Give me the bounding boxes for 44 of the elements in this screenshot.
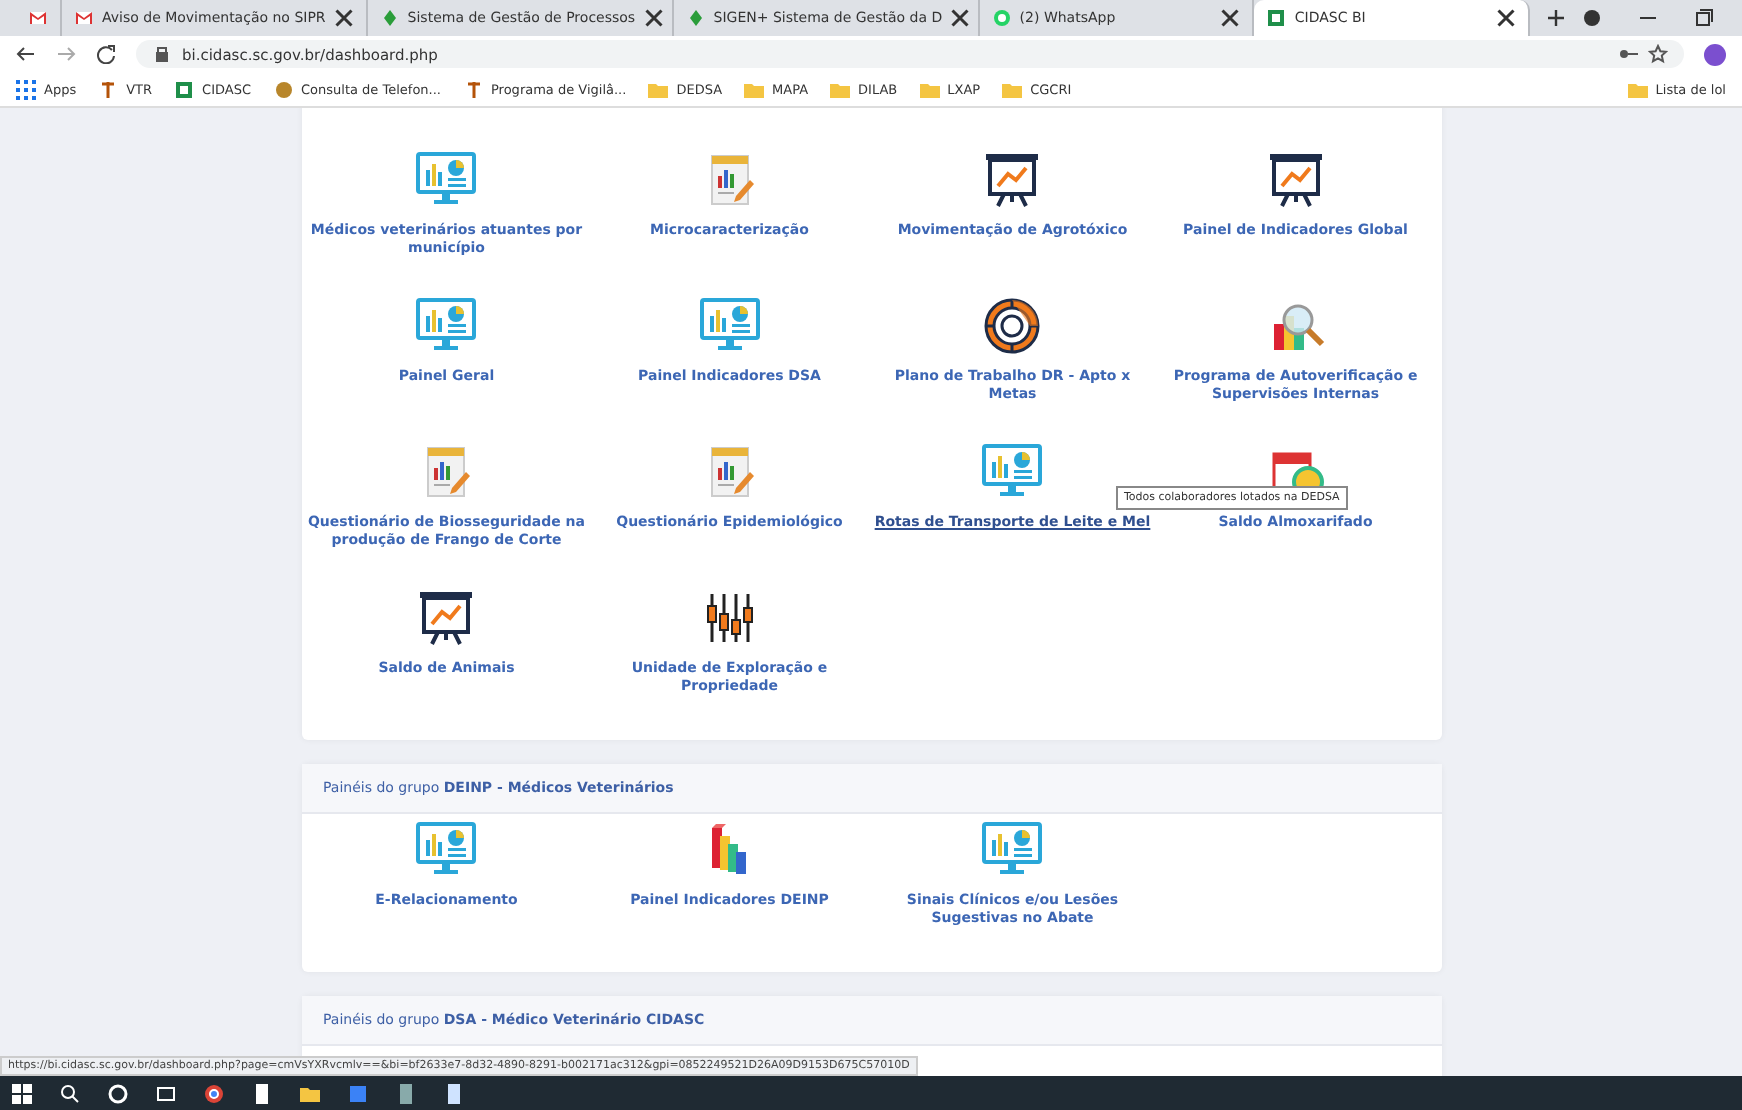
monitor-chart-icon	[980, 442, 1045, 502]
close-icon	[643, 8, 664, 28]
close-icon	[333, 8, 354, 28]
folder-icon	[1002, 79, 1023, 99]
new-tab-icon	[1545, 8, 1566, 28]
browser-icon[interactable]	[204, 1083, 224, 1103]
profile-icon	[1582, 8, 1602, 28]
folder-icon[interactable]	[300, 1083, 320, 1103]
folder-icon	[744, 79, 765, 99]
search-icon[interactable]	[60, 1083, 80, 1103]
monitor-chart-icon	[414, 296, 479, 356]
grid-icon	[16, 79, 36, 99]
close-icon	[1495, 8, 1516, 28]
back-icon[interactable]	[16, 44, 36, 64]
folder-icon	[830, 79, 851, 99]
task-view-icon[interactable]	[156, 1083, 176, 1103]
avatar-icon[interactable]	[1704, 43, 1726, 65]
monitor-chart-icon	[414, 150, 479, 210]
square-logo-icon	[174, 79, 195, 99]
pin-icon	[463, 79, 483, 99]
key-icon	[1618, 44, 1638, 64]
close-icon	[950, 8, 971, 28]
close-icon	[1220, 8, 1241, 28]
document-icon[interactable]	[252, 1083, 272, 1103]
leaf-icon	[685, 8, 706, 28]
start-icon[interactable]	[12, 1083, 32, 1103]
monitor-chart-icon	[697, 296, 762, 356]
star-icon	[1648, 44, 1668, 64]
file-icon[interactable]	[444, 1083, 464, 1103]
leaf-icon	[379, 8, 400, 28]
monitor-chart-icon	[414, 820, 479, 880]
mail-icon	[28, 8, 48, 28]
chat-bubble-icon	[991, 8, 1012, 28]
restore-icon	[1694, 8, 1714, 28]
folder-icon	[919, 79, 940, 99]
circle-icon[interactable]	[108, 1083, 128, 1103]
monitor-chart-icon	[980, 820, 1045, 880]
target-icon	[980, 296, 1045, 356]
square-logo-icon	[1266, 8, 1287, 28]
pin-icon	[98, 79, 119, 99]
lock-icon	[152, 44, 172, 64]
reload-icon[interactable]	[96, 44, 116, 64]
folder-icon	[648, 79, 669, 99]
mail-icon	[74, 8, 94, 28]
